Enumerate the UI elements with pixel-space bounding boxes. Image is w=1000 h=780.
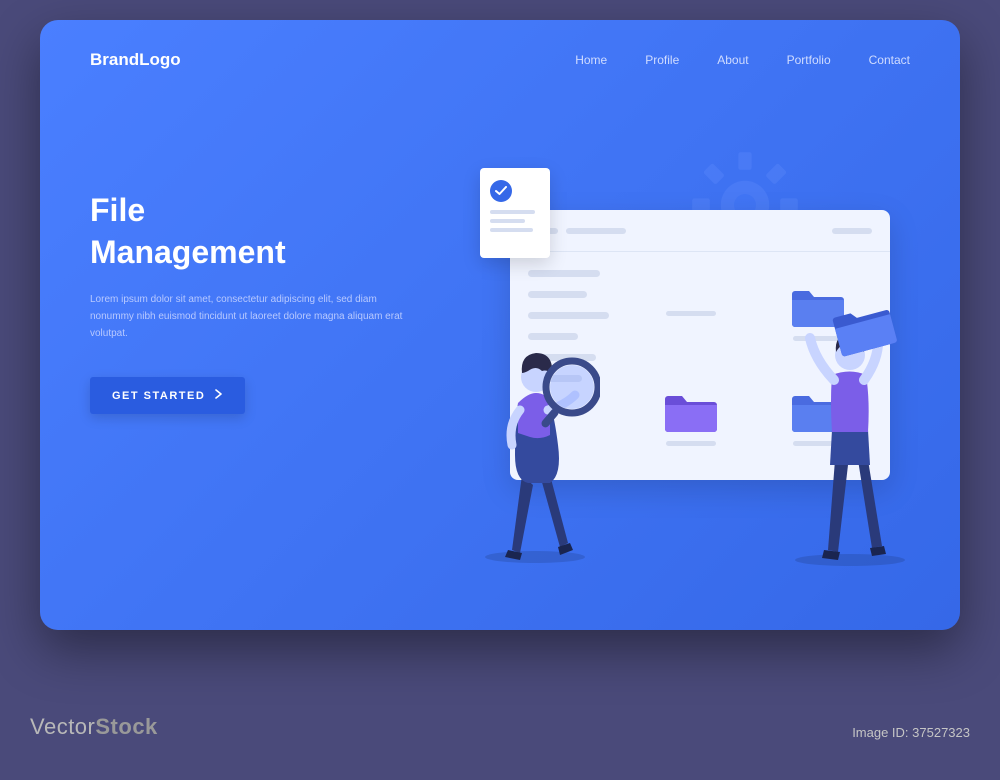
watermark-brand: VectorStock — [30, 714, 158, 740]
header: BrandLogo Home Profile About Portfolio C… — [40, 20, 960, 70]
nav-home[interactable]: Home — [575, 53, 607, 67]
chevron-right-icon — [215, 389, 223, 402]
watermark-id: Image ID: 37527323 — [852, 725, 970, 740]
brand-logo[interactable]: BrandLogo — [90, 50, 181, 70]
folder-item — [636, 270, 745, 357]
cta-label: GET STARTED — [112, 390, 205, 402]
hero-body: Lorem ipsum dolor sit amet, consectetur … — [90, 291, 410, 342]
nav-about[interactable]: About — [717, 53, 748, 67]
document-card — [480, 168, 550, 258]
hero-title: File Management — [90, 190, 410, 273]
window-titlebar — [510, 210, 890, 252]
nav-portfolio[interactable]: Portfolio — [787, 53, 831, 67]
landing-card: BrandLogo Home Profile About Portfolio C… — [40, 20, 960, 630]
check-icon — [490, 180, 512, 202]
main-nav: Home Profile About Portfolio Contact — [575, 53, 910, 67]
nav-contact[interactable]: Contact — [869, 53, 910, 67]
watermark-light: Vector — [30, 714, 95, 739]
watermark-bold: Stock — [95, 714, 157, 739]
person-searching-icon — [470, 325, 600, 565]
get-started-button[interactable]: GET STARTED — [90, 377, 245, 414]
folder-icon — [663, 391, 719, 435]
person-organizing-icon — [780, 300, 920, 570]
nav-profile[interactable]: Profile — [645, 53, 679, 67]
hero-illustration — [450, 140, 910, 560]
hero-section: File Management Lorem ipsum dolor sit am… — [90, 190, 410, 414]
folder-item — [636, 375, 745, 462]
